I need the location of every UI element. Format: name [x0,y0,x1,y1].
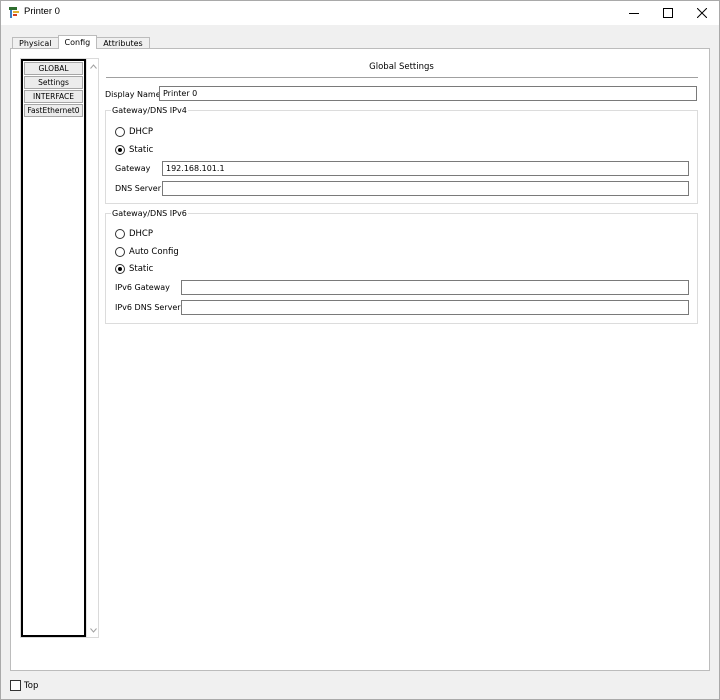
display-name-label: Display Name [105,90,161,99]
config-panel: GLOBAL Settings INTERFACE FastEthernet0 … [10,48,710,671]
ipv4-dhcp-radio-circle[interactable] [115,127,125,137]
navigation-list: GLOBAL Settings INTERFACE FastEthernet0 [21,59,86,637]
title-divider [106,77,698,78]
title-bar[interactable]: Printer 0 [1,1,719,25]
ipv4-dhcp-label: DHCP [129,127,153,137]
ipv6-auto-config-radio[interactable]: Auto Config [115,247,179,257]
nav-item-interface[interactable]: INTERFACE [24,90,83,103]
top-checkbox-label: Top [24,680,39,691]
navigation-scrollbar[interactable] [86,59,98,637]
ipv6-static-label: Static [129,264,154,274]
tab-config[interactable]: Config [57,35,98,49]
top-checkbox[interactable] [10,680,21,691]
settings-navigation: GLOBAL Settings INTERFACE FastEthernet0 [20,58,99,638]
ipv6-dhcp-label: DHCP [129,229,153,239]
window-title: Printer 0 [24,6,60,17]
nav-item-fastethernet0[interactable]: FastEthernet0 [24,104,83,117]
close-button[interactable] [685,1,719,25]
display-name-input[interactable]: Printer 0 [159,86,697,101]
ipv6-static-radio[interactable]: Static [115,264,153,274]
global-settings-panel: Global Settings Display Name Printer 0 G… [105,49,705,339]
scroll-down-button[interactable] [87,624,99,636]
nav-item-settings[interactable]: Settings [24,76,83,89]
ipv4-static-radio[interactable]: Static [115,145,153,155]
scroll-up-button[interactable] [87,60,99,72]
ipv4-gateway-input[interactable]: 192.168.101.1 [162,161,689,176]
close-icon [697,8,707,18]
global-settings-title: Global Settings [369,62,434,72]
minimize-button[interactable] [617,1,651,25]
ipv6-gateway-input[interactable] [181,280,689,295]
ipv6-dns-server-input[interactable] [181,300,689,315]
ipv6-dhcp-radio-circle[interactable] [115,229,125,239]
tab-strip: Physical Config Attributes [12,35,150,49]
ipv4-dns-server-input[interactable] [162,181,689,196]
ipv6-gateway-dns-group: Gateway/DNS IPv6 DHCP Auto Config Static… [105,209,698,324]
ipv6-gateway-label: IPv6 Gateway [115,283,170,292]
maximize-button[interactable] [651,1,685,25]
nav-item-global[interactable]: GLOBAL [24,62,83,75]
ipv4-gateway-label: Gateway [115,164,151,173]
ipv4-static-radio-circle[interactable] [115,145,125,155]
ipv6-dns-server-label: IPv6 DNS Server [115,303,181,312]
ipv4-group-label: Gateway/DNS IPv4 [111,106,188,115]
ipv4-dns-server-label: DNS Server [115,184,161,193]
ipv6-static-radio-circle[interactable] [115,264,125,274]
ipv6-auto-config-label: Auto Config [129,247,179,257]
chevron-down-icon [89,627,97,633]
chevron-up-icon [89,63,97,69]
printer-app-icon [9,7,19,18]
ipv6-group-label: Gateway/DNS IPv6 [111,209,188,218]
printer-config-window: Printer 0 Physical Config Attributes GLO… [0,0,720,700]
ipv4-gateway-dns-group: Gateway/DNS IPv4 DHCP Static Gateway 192… [105,106,698,204]
bottom-bar: Top [10,680,38,691]
minimize-icon [629,13,639,14]
ipv6-auto-config-radio-circle[interactable] [115,247,125,257]
ipv4-static-label: Static [129,145,154,155]
maximize-icon [663,8,673,18]
ipv6-dhcp-radio[interactable]: DHCP [115,229,153,239]
ipv4-dhcp-radio[interactable]: DHCP [115,127,153,137]
